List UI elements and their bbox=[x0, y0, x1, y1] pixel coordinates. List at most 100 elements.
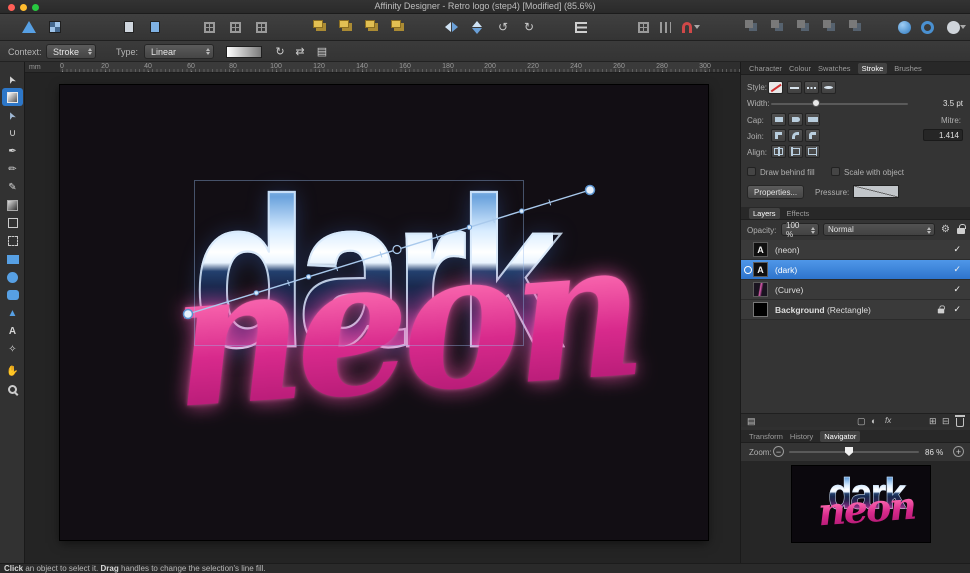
zoom-in-button[interactable]: + bbox=[953, 446, 964, 457]
gradient-preview[interactable] bbox=[226, 46, 262, 58]
crop-tool[interactable] bbox=[0, 214, 25, 232]
boolean-divide-icon[interactable] bbox=[818, 16, 840, 38]
stroke-colour-icon[interactable] bbox=[916, 16, 938, 38]
tab-colour[interactable]: Colour bbox=[789, 64, 811, 73]
layer-name[interactable]: Background (Rectangle) bbox=[775, 305, 871, 315]
layer-visibility-check[interactable]: ✓ bbox=[953, 244, 961, 255]
gear-icon[interactable]: ⚙ bbox=[941, 224, 950, 235]
adjustment-layer-icon[interactable]: ◐ bbox=[871, 416, 876, 426]
zoom-value[interactable]: 86 % bbox=[925, 448, 943, 457]
stroke-style-dash-button[interactable] bbox=[804, 81, 819, 94]
move-tool[interactable]: ➤ bbox=[0, 70, 25, 88]
zoom-slider-track[interactable] bbox=[789, 451, 919, 453]
tab-character[interactable]: Character bbox=[749, 64, 782, 73]
fill-colour-icon[interactable] bbox=[893, 16, 915, 38]
colour-picker-tool[interactable]: ✧ bbox=[0, 340, 25, 358]
layer-row-background[interactable]: Background (Rectangle) ✓ bbox=[741, 300, 970, 320]
snap-to-guides-icon[interactable] bbox=[224, 16, 246, 38]
pressure-profile[interactable] bbox=[853, 185, 899, 198]
corner-tool[interactable]: ∪ bbox=[0, 124, 25, 142]
join-round-button[interactable] bbox=[788, 129, 803, 142]
draw-behind-fill-checkbox[interactable] bbox=[747, 167, 756, 176]
node-tool[interactable]: ➤ bbox=[0, 106, 25, 124]
layer-name[interactable]: (dark) bbox=[775, 265, 797, 275]
zoom-slider-handle[interactable] bbox=[845, 447, 853, 456]
move-to-back-icon[interactable] bbox=[310, 16, 332, 38]
pixel-persona-icon[interactable] bbox=[44, 16, 66, 38]
fx-icon[interactable]: fx bbox=[885, 416, 891, 425]
alignment-icon[interactable] bbox=[570, 16, 592, 38]
add-layer-icon[interactable]: ⊞ bbox=[929, 416, 937, 427]
snapping-chevron-icon[interactable] bbox=[692, 16, 702, 38]
boolean-intersect-icon[interactable] bbox=[792, 16, 814, 38]
vector-crop-tool[interactable] bbox=[0, 232, 25, 250]
stroke-style-brush-button[interactable] bbox=[821, 81, 836, 94]
layer-row-curve[interactable]: (Curve) ✓ bbox=[741, 280, 970, 300]
back-one-icon[interactable] bbox=[336, 16, 358, 38]
tab-swatches[interactable]: Swatches bbox=[818, 64, 851, 73]
width-slider-track[interactable] bbox=[771, 103, 908, 105]
blend-mode-dropdown[interactable]: Normal bbox=[823, 223, 935, 236]
reverse-gradient-icon[interactable]: ⇄ bbox=[292, 44, 308, 59]
mitre-value-field[interactable]: 1.414 bbox=[923, 129, 963, 141]
fill-tool[interactable] bbox=[2, 88, 23, 106]
tab-brushes[interactable]: Brushes bbox=[894, 64, 922, 73]
join-miter-button[interactable] bbox=[771, 129, 786, 142]
layer-lock-icon[interactable] bbox=[937, 305, 945, 314]
align-centre-button[interactable] bbox=[771, 145, 786, 158]
snap-to-objects-icon[interactable] bbox=[250, 16, 272, 38]
align-inside-button[interactable] bbox=[788, 145, 803, 158]
place-image-icon[interactable] bbox=[144, 16, 166, 38]
add-group-icon[interactable]: ⊟ bbox=[942, 416, 950, 427]
designer-persona-icon[interactable] bbox=[18, 16, 40, 38]
context-dropdown[interactable]: Stroke bbox=[46, 44, 96, 59]
move-to-front-icon[interactable] bbox=[388, 16, 410, 38]
boolean-subtract-icon[interactable] bbox=[766, 16, 788, 38]
canvas[interactable]: dark neon bbox=[25, 73, 740, 563]
properties-button[interactable]: Properties... bbox=[747, 185, 805, 199]
artboard[interactable]: dark neon bbox=[60, 85, 708, 540]
gradient-options-icon[interactable]: ▤ bbox=[314, 44, 330, 59]
tab-effects[interactable]: Effects bbox=[787, 209, 810, 218]
forward-one-icon[interactable] bbox=[362, 16, 384, 38]
zoom-tool[interactable] bbox=[0, 380, 25, 398]
layer-visibility-check[interactable]: ✓ bbox=[953, 284, 961, 295]
pen-tool[interactable]: ✒ bbox=[0, 142, 25, 160]
text-tool[interactable]: A bbox=[0, 322, 25, 340]
transparency-tool[interactable] bbox=[0, 196, 25, 214]
stroke-style-solid-button[interactable] bbox=[787, 81, 802, 94]
boolean-add-icon[interactable] bbox=[740, 16, 762, 38]
rotate-cw-icon[interactable]: ↻ bbox=[518, 16, 540, 38]
triangle-tool[interactable]: ▲ bbox=[0, 304, 25, 322]
tab-layers[interactable]: Layers bbox=[749, 207, 780, 219]
flip-vertical-icon[interactable] bbox=[466, 16, 488, 38]
export-persona-icon[interactable] bbox=[118, 16, 140, 38]
flip-horizontal-icon[interactable] bbox=[440, 16, 462, 38]
snap-to-grid-icon[interactable] bbox=[198, 16, 220, 38]
layer-row-neon[interactable]: A (neon) ✓ bbox=[741, 240, 970, 260]
tab-transform[interactable]: Transform bbox=[749, 432, 783, 441]
align-outside-button[interactable] bbox=[805, 145, 820, 158]
boolean-combine-icon[interactable] bbox=[844, 16, 866, 38]
layer-visibility-check[interactable]: ✓ bbox=[953, 264, 961, 275]
layers-stack-icon[interactable]: ▤ bbox=[747, 416, 756, 427]
brush-tool[interactable]: ✎ bbox=[0, 178, 25, 196]
tab-navigator[interactable]: Navigator bbox=[820, 430, 861, 442]
cap-round-button[interactable] bbox=[788, 113, 803, 126]
show-grid-icon[interactable] bbox=[632, 16, 654, 38]
stroke-style-none-button[interactable] bbox=[768, 81, 783, 94]
horizontal-ruler[interactable]: mm 0 20 40 60 80 100 120 140 160 180 200… bbox=[25, 62, 740, 73]
gradient-type-dropdown[interactable]: Linear bbox=[144, 44, 214, 59]
navigator-thumbnail[interactable]: dark neon bbox=[791, 465, 931, 543]
pencil-tool[interactable]: ✏ bbox=[0, 160, 25, 178]
layer-name[interactable]: (Curve) bbox=[775, 285, 803, 295]
cap-butt-button[interactable] bbox=[771, 113, 786, 126]
rotate-gradient-icon[interactable]: ↻ bbox=[272, 44, 288, 59]
rotate-ccw-icon[interactable]: ↺ bbox=[492, 16, 514, 38]
opacity-dropdown[interactable]: 100 % bbox=[781, 221, 819, 239]
scale-with-object-checkbox[interactable] bbox=[831, 167, 840, 176]
layer-name[interactable]: (neon) bbox=[775, 245, 800, 255]
width-value[interactable]: 3.5 pt bbox=[943, 99, 963, 108]
width-slider-handle[interactable] bbox=[812, 99, 820, 107]
zoom-out-button[interactable]: − bbox=[773, 446, 784, 457]
